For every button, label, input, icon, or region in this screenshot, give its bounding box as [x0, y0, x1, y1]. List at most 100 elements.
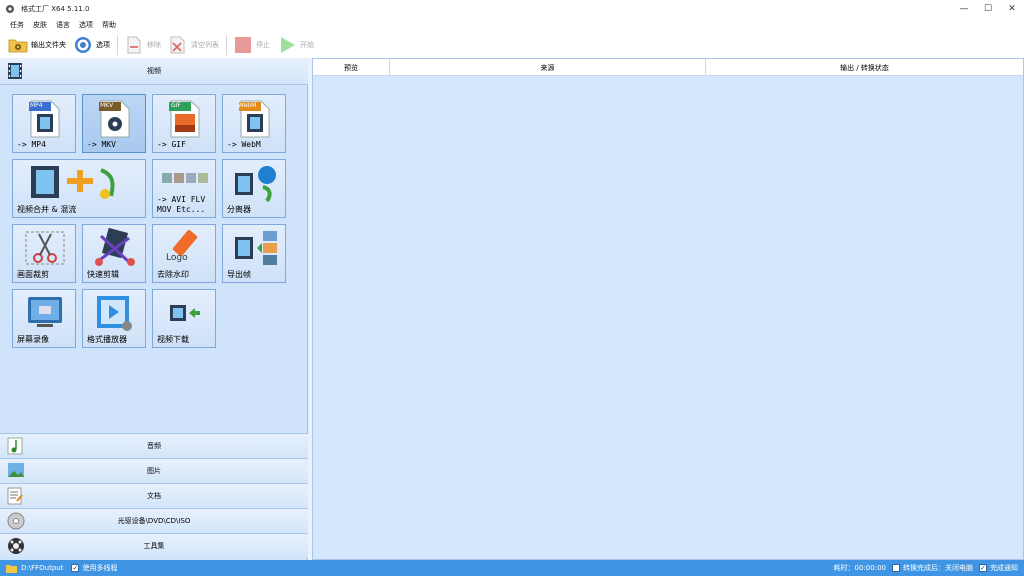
optical-disc-category-label: 光驱设备\DVD\CD\ISO	[117, 517, 191, 525]
splitter-tile[interactable]: 分离器	[222, 159, 286, 218]
toolbox-category-label: 工具集	[143, 542, 165, 550]
splitter-label: 分离器	[227, 205, 251, 214]
multithread-checkbox[interactable]: ✓	[71, 564, 80, 572]
document-category-label: 文档	[147, 492, 161, 500]
to-avi-flv-mov-tile[interactable]: -> AVI FLV MOV Etc...	[152, 159, 216, 218]
window-title: 格式工厂 X64 5.11.0	[21, 5, 90, 13]
to-mkv-label: -> MKV	[87, 140, 116, 149]
stop-label: 停止	[256, 40, 270, 49]
to-gif-tile[interactable]: -> GIF GIF	[152, 94, 216, 153]
crop-label: 画面裁剪	[17, 270, 49, 279]
optical-disc-category-header[interactable]: 光驱设备\DVD\CD\ISO	[0, 508, 308, 533]
screen-record-label: 屏幕录像	[17, 335, 49, 344]
export-frames-tile[interactable]: 导出帧	[222, 224, 286, 283]
play-icon	[277, 35, 297, 55]
start-button[interactable]: 开始	[277, 34, 314, 56]
task-table-header: 预览 来源 输出 / 转换状态	[313, 59, 1023, 76]
picture-category-header[interactable]: 图片	[0, 458, 308, 483]
video-category-label: 视频	[147, 67, 161, 75]
shutdown-after-convert-label: 转换完成后：关闭电脑	[903, 564, 973, 572]
mkv-badge: MKV	[100, 102, 114, 109]
remove-watermark-label: 去除水印	[157, 270, 189, 279]
audio-category-label: 音频	[147, 442, 161, 450]
audio-category-header[interactable]: 音频	[0, 433, 308, 458]
video-join-mux-label: 视频合并 & 混流	[17, 205, 77, 214]
task-list-panel[interactable]: 预览 来源 输出 / 转换状态	[312, 58, 1024, 560]
options-gear-icon	[73, 35, 93, 55]
video-download-tile[interactable]: 视频下载	[152, 289, 216, 348]
gif-badge: GIF	[171, 102, 181, 109]
column-source[interactable]: 来源	[390, 59, 706, 76]
stop-button[interactable]: 停止	[233, 34, 270, 56]
screen-record-tile[interactable]: 屏幕录像	[12, 289, 76, 348]
to-mkv-tile[interactable]: -> MKV MKV	[82, 94, 146, 153]
output-path[interactable]: D:\FFOutput	[21, 564, 63, 572]
status-bar: D:\FFOutput ✓ 使用多线程 耗时：00:00:00 转换完成后：关闭…	[0, 560, 1024, 576]
output-folder-icon[interactable]	[6, 564, 17, 573]
multithread-label: 使用多线程	[82, 564, 118, 572]
video-download-icon	[170, 305, 200, 321]
menu-bar: 任务 皮肤 语言 选项 帮助	[0, 18, 1024, 31]
picture-category-label: 图片	[147, 467, 161, 475]
toolbar-divider	[117, 34, 118, 55]
crop-scissors-icon	[25, 231, 65, 265]
menu-task[interactable]: 任务	[10, 20, 24, 30]
output-folder-button[interactable]: 输出文件夹	[8, 34, 66, 56]
toolbar: 输出文件夹 选项 移除 清空列表 停止 开始	[0, 31, 1024, 58]
splitter-icon	[235, 166, 276, 203]
video-join-mux-tile[interactable]: 视频合并 & 混流	[12, 159, 146, 218]
completion-notify-label: 完成通知	[990, 564, 1018, 572]
remove-document-icon	[124, 35, 144, 55]
clear-list-label: 清空列表	[191, 40, 219, 49]
folder-icon	[8, 35, 28, 55]
menu-language[interactable]: 语言	[56, 20, 70, 30]
clear-list-icon	[168, 35, 188, 55]
menu-options[interactable]: 选项	[79, 20, 93, 30]
title-bar: 格式工厂 X64 5.11.0 — ☐ ✕	[0, 0, 1024, 18]
maximize-button[interactable]: ☐	[976, 0, 1000, 18]
quick-clip-label: 快速剪辑	[87, 270, 119, 279]
menu-help[interactable]: 帮助	[102, 20, 116, 30]
options-button[interactable]: 选项	[73, 34, 110, 56]
remove-button[interactable]: 移除	[124, 34, 161, 56]
webm-badge: WebM	[238, 102, 257, 109]
format-player-tile[interactable]: 格式播放器	[82, 289, 146, 348]
options-label: 选项	[96, 40, 110, 49]
shutdown-after-convert-checkbox[interactable]	[892, 564, 900, 572]
elapsed-time: 耗时：00:00:00	[833, 564, 886, 572]
close-button[interactable]: ✕	[1000, 0, 1024, 18]
stop-icon	[233, 35, 253, 55]
quick-clip-tile[interactable]: 快速剪辑	[82, 224, 146, 283]
video-category-header[interactable]: 视频	[0, 58, 308, 85]
export-frames-label: 导出帧	[227, 270, 251, 279]
menu-skin[interactable]: 皮肤	[33, 20, 47, 30]
completion-notify-checkbox[interactable]: ✓	[979, 564, 987, 572]
logo-text: Logo	[166, 253, 188, 263]
to-gif-label: -> GIF	[157, 140, 186, 149]
output-folder-label: 输出文件夹	[31, 40, 66, 49]
remove-watermark-tile[interactable]: Logo 去除水印	[152, 224, 216, 283]
to-webm-tile[interactable]: -> WebM WebM	[222, 94, 286, 153]
to-avi-flv-mov-label: -> AVI FLV MOV Etc...	[157, 195, 206, 214]
start-label: 开始	[300, 40, 314, 49]
video-download-label: 视频下载	[157, 335, 189, 344]
toolbox-category-header[interactable]: 工具集	[0, 533, 308, 558]
player-icon	[97, 296, 132, 331]
merge-film-music-icon	[31, 166, 115, 199]
screen-record-icon	[28, 297, 62, 327]
multi-format-icon	[162, 173, 208, 183]
document-category-header[interactable]: 文档	[0, 483, 308, 508]
video-tools-grid: -> MP4 MP4 -> MKV MKV -> GIF GIF -> WebM…	[0, 85, 308, 433]
app-logo-icon	[4, 3, 16, 15]
mp4-badge: MP4	[30, 102, 43, 109]
minimize-button[interactable]: —	[952, 0, 976, 18]
category-panel: 视频 -> MP4 MP4 -> MKV MKV -> GIF GIF -> W…	[0, 58, 308, 560]
quick-clip-icon	[95, 228, 135, 266]
export-frames-icon	[235, 231, 277, 265]
clear-list-button[interactable]: 清空列表	[168, 34, 219, 56]
to-mp4-tile[interactable]: -> MP4 MP4	[12, 94, 76, 153]
column-output-status[interactable]: 输出 / 转换状态	[706, 59, 1023, 76]
crop-tile[interactable]: 画面裁剪	[12, 224, 76, 283]
column-preview[interactable]: 预览	[313, 59, 390, 76]
toolbar-divider	[226, 34, 227, 55]
